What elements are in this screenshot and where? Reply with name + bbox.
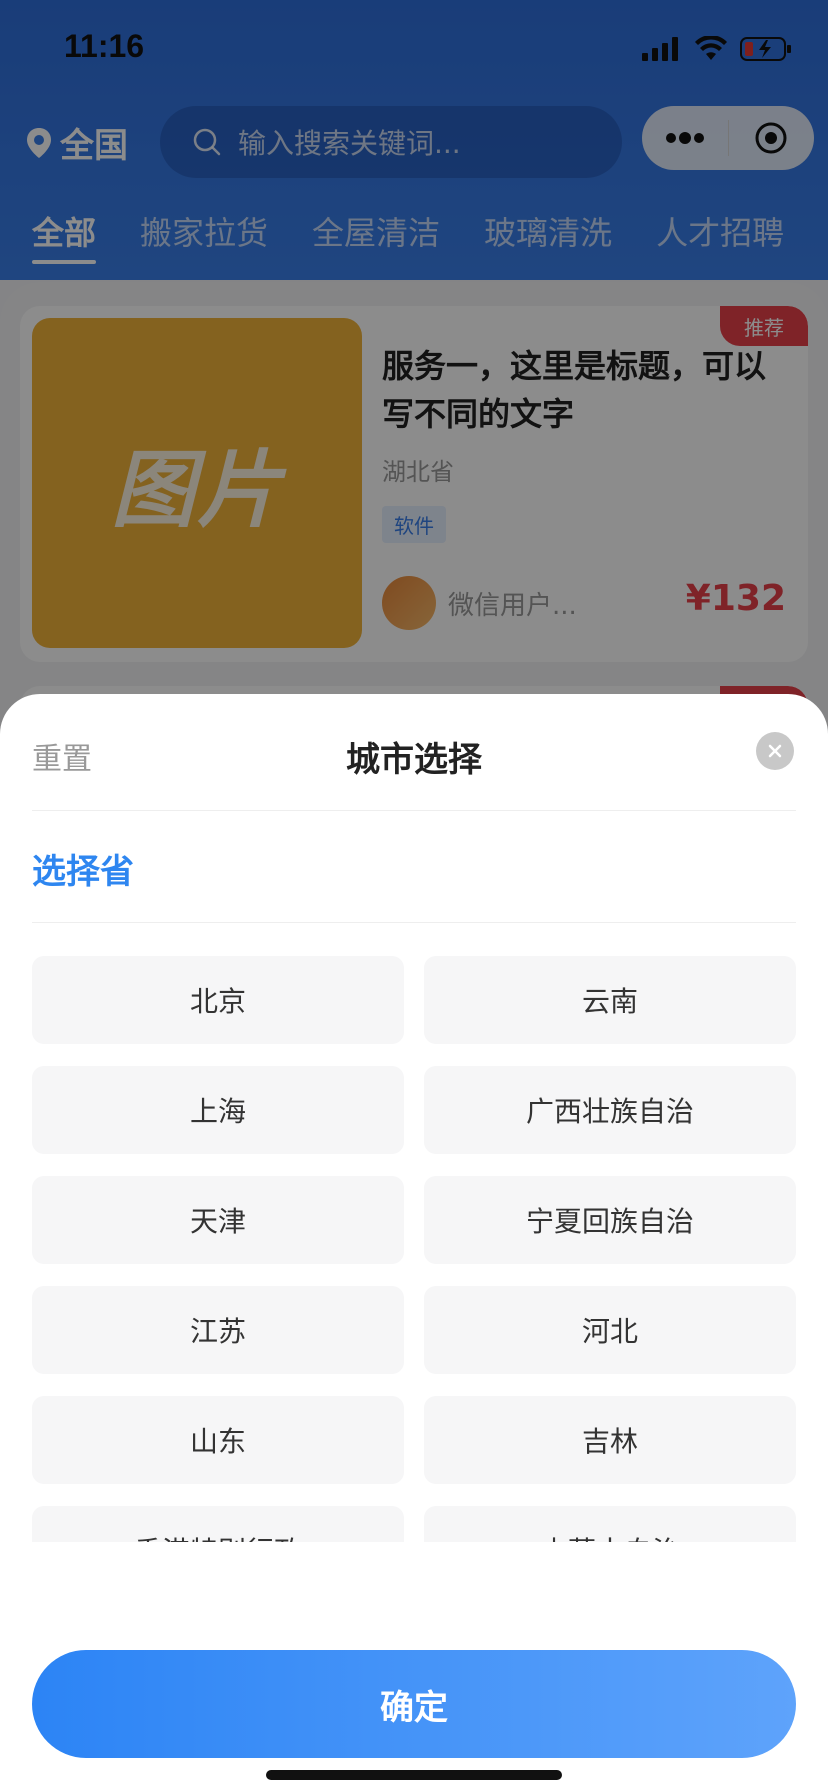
province-step-tab[interactable]: 选择省 [32,844,134,893]
province-option[interactable]: 江苏 [32,1286,404,1374]
home-indicator [266,1770,562,1780]
province-option[interactable]: 河北 [424,1286,796,1374]
province-option[interactable]: 上海 [32,1066,404,1154]
confirm-button[interactable]: 确定 [32,1650,796,1758]
province-option[interactable]: 云南 [424,956,796,1044]
province-grid: 北京 云南 上海 广西壮族自治 天津 宁夏回族自治 江苏 河北 山东 吉林 香港… [32,956,796,1542]
province-option[interactable]: 山东 [32,1396,404,1484]
province-option[interactable]: 香港特别行政 [32,1506,404,1542]
sheet-title: 城市选择 [346,740,482,780]
sheet-header: 重置 城市选择 [0,694,828,810]
province-option[interactable]: 天津 [32,1176,404,1264]
province-option[interactable]: 内蒙古自治 [424,1506,796,1542]
close-icon [768,744,782,758]
divider [32,922,796,923]
province-option[interactable]: 宁夏回族自治 [424,1176,796,1264]
province-option[interactable]: 北京 [32,956,404,1044]
close-button[interactable] [756,732,794,770]
province-option[interactable]: 吉林 [424,1396,796,1484]
province-option[interactable]: 广西壮族自治 [424,1066,796,1154]
city-picker-sheet: 重置 城市选择 选择省 北京 云南 上海 广西壮族自治 天津 宁夏回族自治 江苏… [0,694,828,1792]
divider [32,810,796,811]
